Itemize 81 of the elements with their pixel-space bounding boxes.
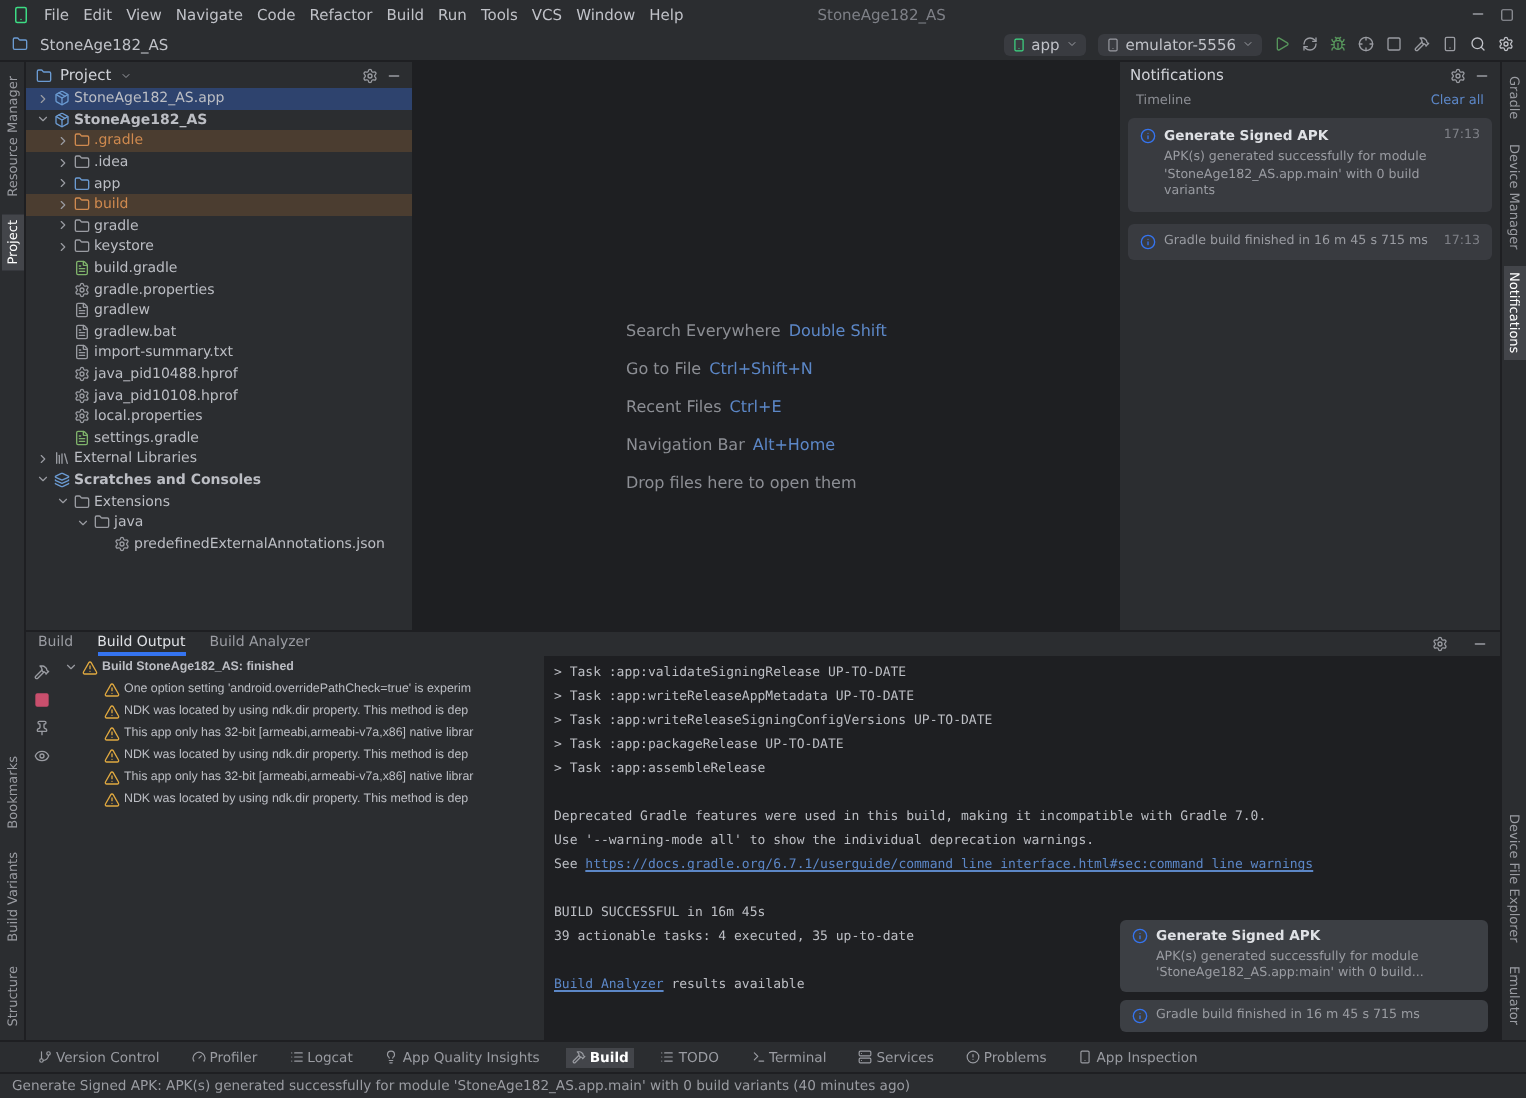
warning-icon	[104, 725, 120, 741]
hint-text: Navigation Bar	[626, 435, 745, 453]
search-icon	[1470, 36, 1486, 52]
rerun-icon	[1302, 36, 1318, 52]
profile-icon	[1358, 36, 1374, 52]
folder-icon	[74, 196, 90, 213]
shortcut-text: Alt+Home	[752, 435, 836, 453]
phone-icon	[1105, 37, 1120, 51]
warning-icon	[104, 791, 120, 807]
build-icon	[1414, 36, 1430, 52]
shortcut-text: Ctrl+E	[729, 397, 782, 415]
warning-icon	[104, 681, 120, 697]
hint-text: Recent Files	[626, 397, 722, 415]
tool-icon	[660, 1050, 675, 1064]
debug-icon	[1330, 36, 1346, 52]
hint-text: Drop files here to open them	[626, 473, 857, 491]
library-icon	[54, 450, 70, 467]
settings-icon	[1450, 67, 1466, 83]
project-icon	[12, 36, 28, 52]
chevron-right-icon	[35, 91, 49, 106]
tool-icon	[751, 1050, 765, 1064]
settings-file-icon	[74, 366, 90, 383]
chevron-down-icon	[64, 660, 78, 674]
settings-icon	[1432, 636, 1448, 652]
shortcut-text: Ctrl+Shift+N	[709, 359, 813, 377]
hint-text: Go to File	[626, 359, 702, 377]
info-icon	[1132, 1007, 1148, 1023]
tool-icon	[289, 1050, 304, 1064]
folder-icon	[74, 493, 90, 510]
file-icon	[74, 344, 90, 361]
warning-icon	[104, 769, 120, 785]
pin-icon	[34, 720, 50, 736]
maximize-icon	[1500, 7, 1514, 21]
caret-icon	[119, 69, 132, 81]
tool-icon	[858, 1050, 873, 1064]
run-icon	[1274, 36, 1290, 52]
chevron-right-icon	[35, 451, 49, 466]
file-icon	[74, 302, 90, 319]
folder-icon	[74, 132, 90, 149]
caret-icon	[1065, 38, 1078, 50]
eye-icon	[34, 748, 50, 764]
tool-icon	[571, 1050, 586, 1064]
settings-file-icon	[74, 387, 90, 404]
hammer-icon	[34, 664, 50, 680]
file-icon	[74, 429, 90, 446]
shortcut-text: Double Shift	[788, 321, 887, 339]
hint-text: Search Everywhere	[626, 321, 781, 339]
tool-icon	[965, 1050, 980, 1064]
stop-icon	[34, 692, 50, 708]
info-icon	[1140, 128, 1156, 144]
stop-icon	[1386, 36, 1402, 52]
tool-icon	[384, 1050, 399, 1064]
app-logo-icon	[12, 5, 30, 23]
module-icon	[54, 111, 70, 128]
file-icon	[74, 323, 90, 340]
settings-icon	[362, 67, 378, 83]
tool-icon	[1078, 1050, 1093, 1064]
folder-icon	[74, 238, 90, 255]
folder-icon	[74, 154, 90, 171]
settings-file-icon	[74, 408, 90, 425]
warning-icon	[104, 703, 120, 719]
settings-icon	[1498, 36, 1514, 52]
file-icon	[74, 260, 90, 277]
device-manager-icon	[1442, 36, 1458, 52]
scratch-icon	[54, 471, 70, 488]
folder-icon	[74, 217, 90, 234]
folder-icon	[94, 514, 110, 531]
tool-icon	[38, 1050, 52, 1064]
tool-icon	[191, 1050, 206, 1064]
caret-icon	[1242, 38, 1254, 50]
warning-icon	[82, 659, 98, 675]
android-icon	[1011, 37, 1026, 51]
project-icon	[36, 67, 52, 83]
info-icon	[1132, 927, 1148, 943]
settings-file-icon	[74, 281, 90, 298]
settings-file-icon	[114, 535, 130, 552]
chevron-down-icon	[35, 112, 49, 127]
module-icon	[54, 90, 70, 107]
folder-icon	[74, 175, 90, 192]
warning-icon	[104, 747, 120, 763]
info-icon	[1140, 233, 1156, 249]
